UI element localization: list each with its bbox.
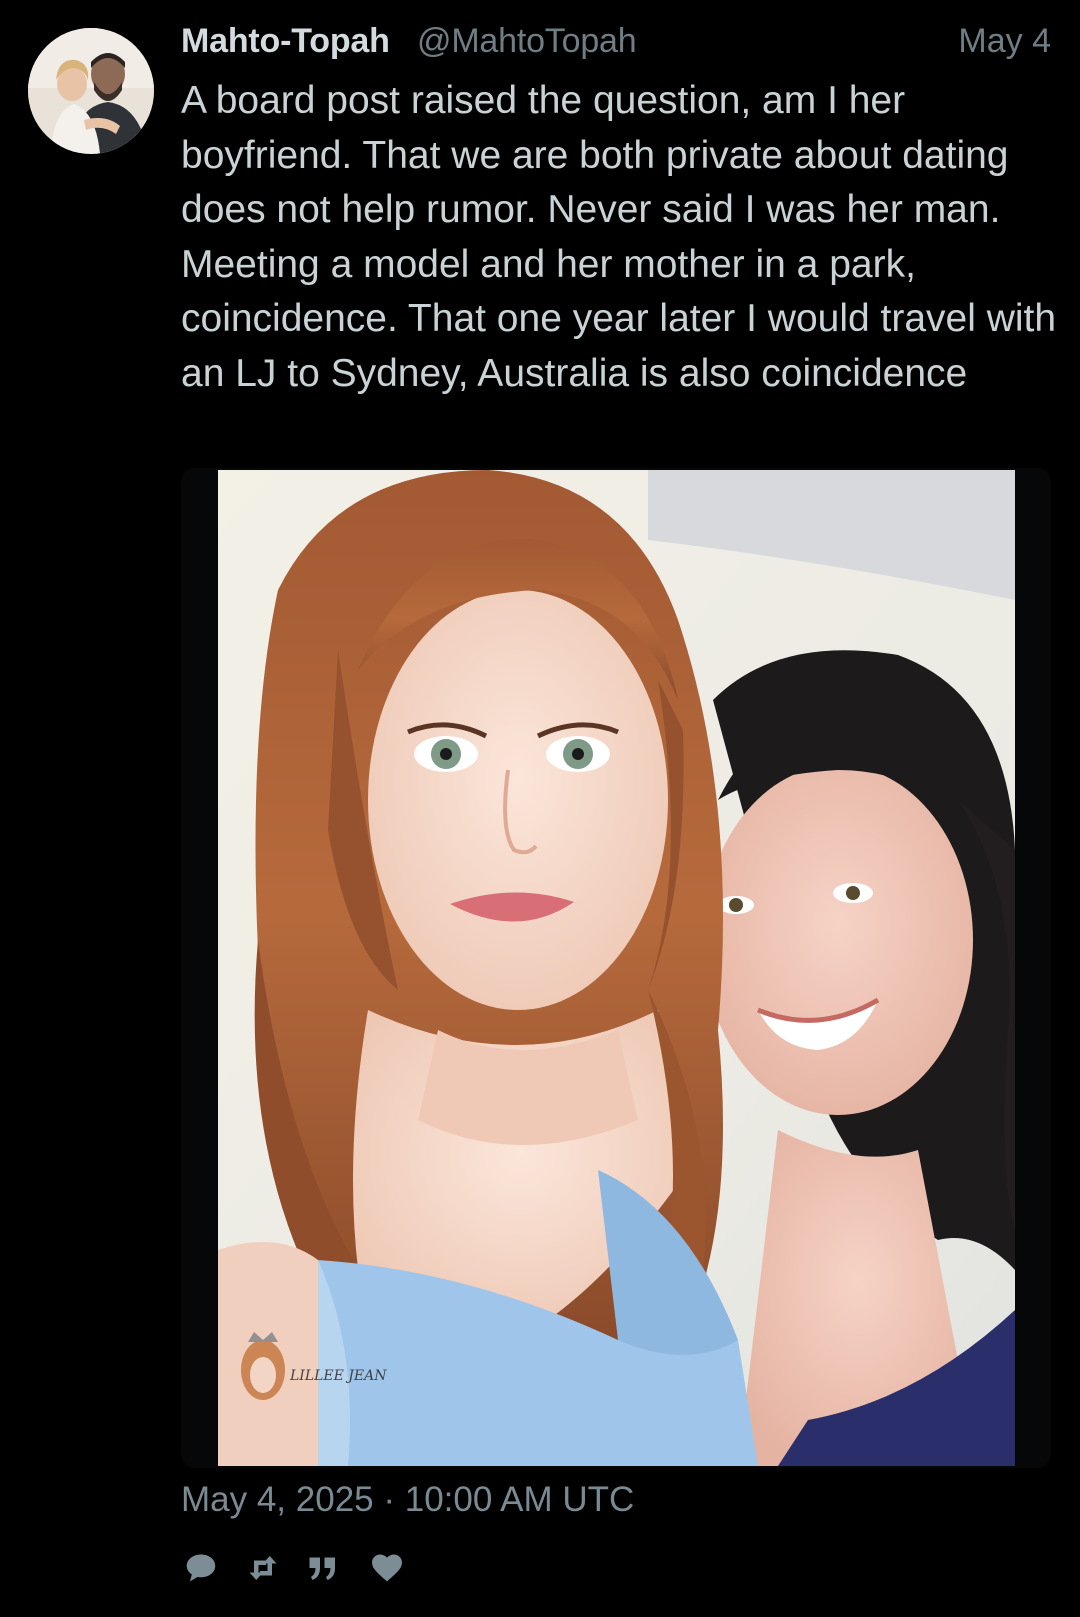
media-container[interactable]: LILLEE JEAN <box>181 468 1051 1468</box>
quote-button[interactable] <box>303 1548 343 1588</box>
post-date[interactable]: May 4 <box>958 22 1051 61</box>
tweet-header: Mahto-Topah @MahtoTopah May 4 <box>181 22 1051 66</box>
full-timestamp[interactable]: May 4, 2025 · 10:00 AM UTC <box>181 1480 634 1520</box>
quote-icon <box>309 1557 335 1580</box>
avatar[interactable] <box>28 28 154 154</box>
like-button[interactable] <box>367 1548 407 1588</box>
username-handle[interactable]: @MahtoTopah <box>417 22 637 61</box>
retweet-button[interactable] <box>243 1548 283 1588</box>
tweet: Mahto-Topah @MahtoTopah May 4 A board po… <box>0 0 1080 1617</box>
display-name[interactable]: Mahto-Topah <box>181 22 390 61</box>
speech-bubble-icon <box>186 1554 216 1582</box>
action-bar <box>181 1548 441 1590</box>
tweet-text: A board post raised the question, am I h… <box>181 79 1057 395</box>
attached-photo[interactable]: LILLEE JEAN <box>218 470 1015 1466</box>
heart-icon <box>372 1554 402 1582</box>
photo-image: LILLEE JEAN <box>218 470 1015 1466</box>
svg-text:LILLEE JEAN: LILLEE JEAN <box>289 1368 387 1384</box>
retweet-icon <box>249 1556 277 1580</box>
reply-button[interactable] <box>181 1548 221 1588</box>
avatar-photo <box>28 28 154 154</box>
